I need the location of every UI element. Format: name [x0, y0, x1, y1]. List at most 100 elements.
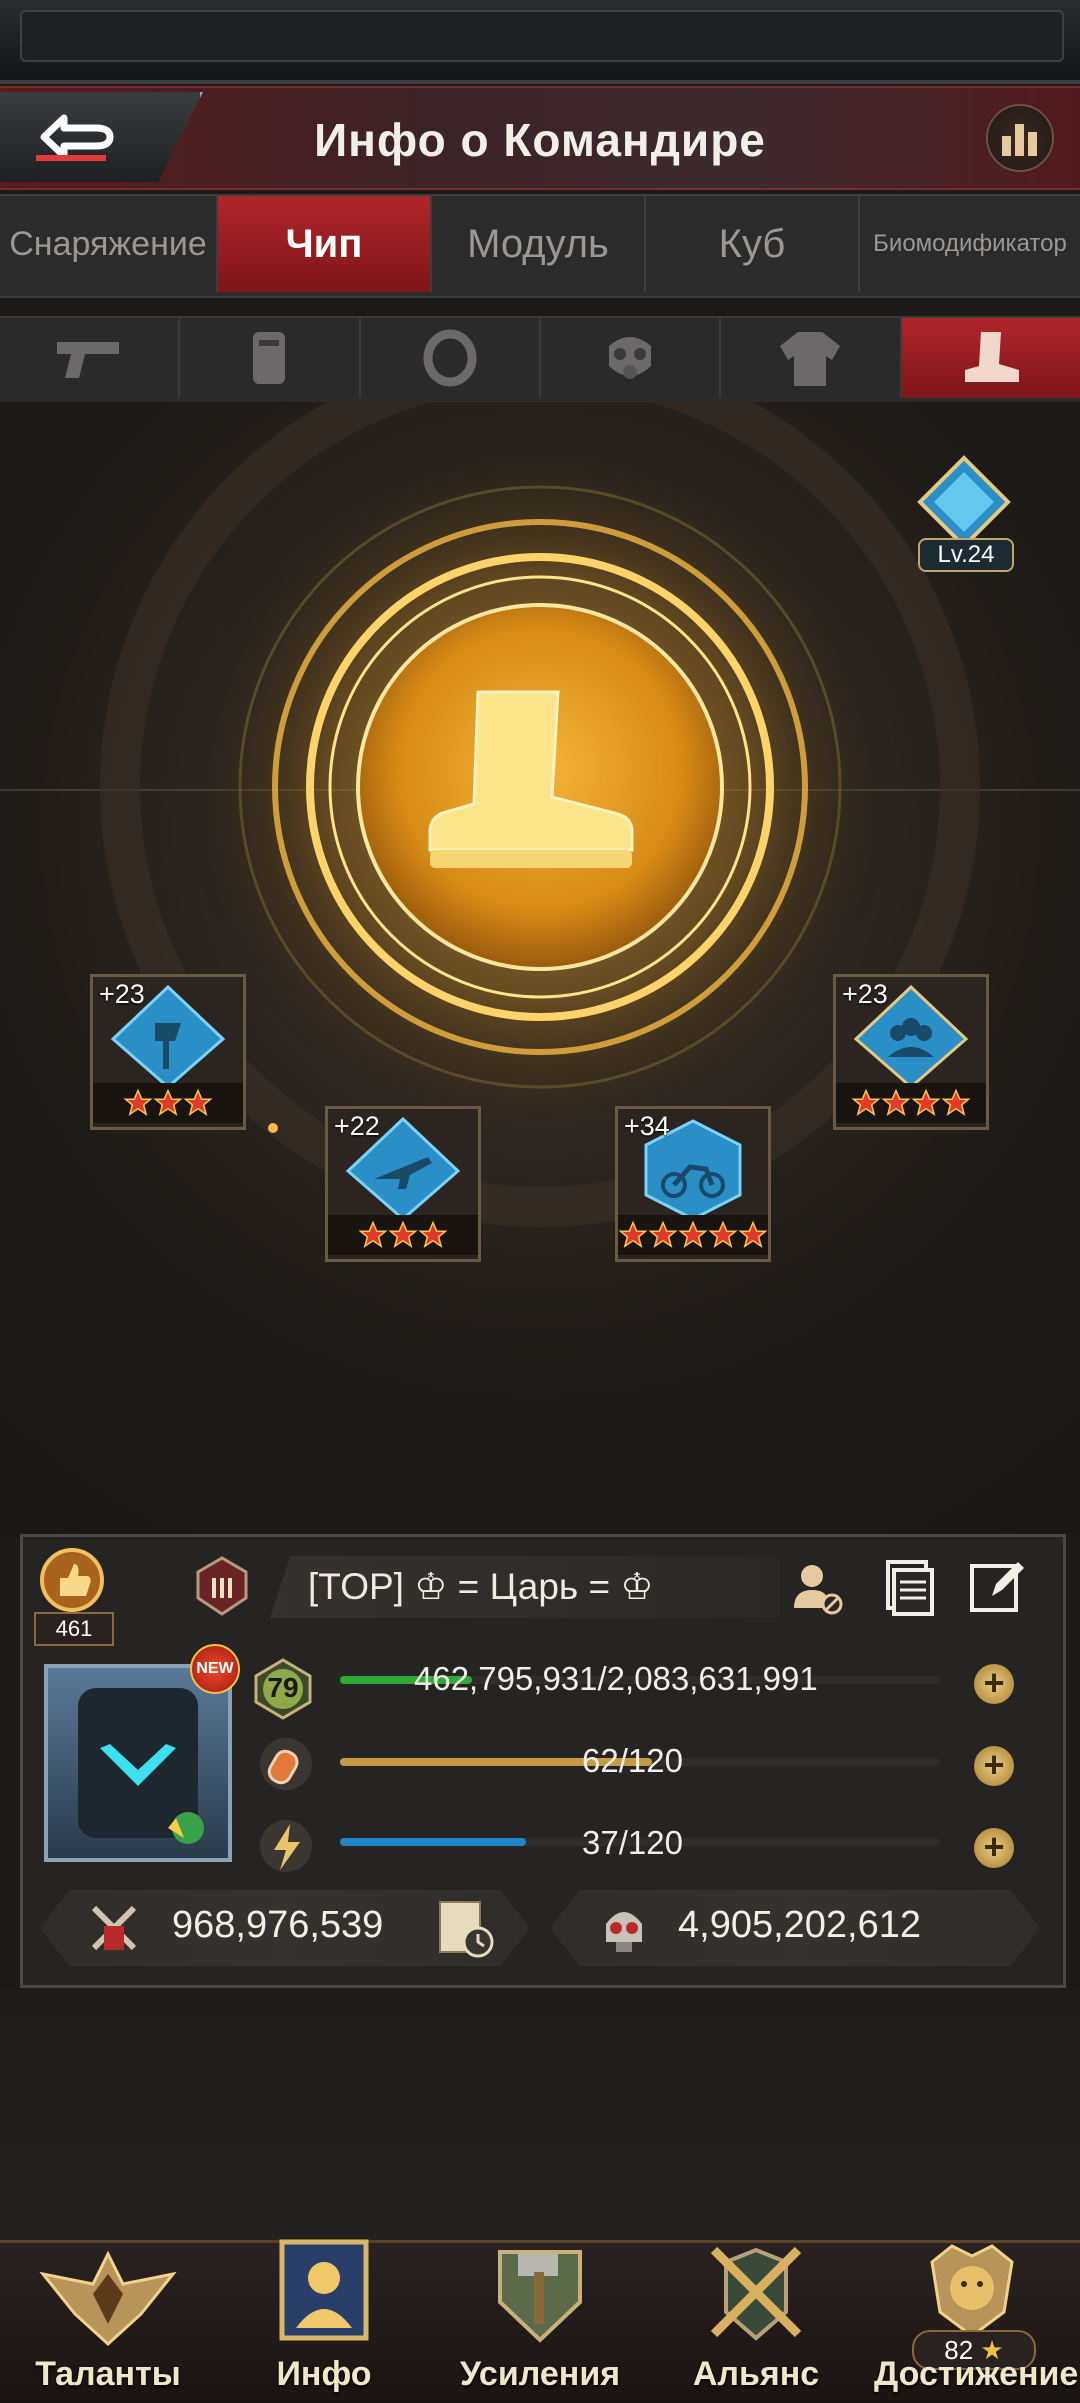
chip-level-badge[interactable]: Lv.24: [904, 452, 1024, 572]
top-strip: [0, 0, 1080, 84]
rank-badge[interactable]: 461: [32, 1546, 114, 1646]
user-settings-button[interactable]: [786, 1556, 846, 1616]
level-label: Lv.24: [918, 538, 1014, 572]
stamina-icon-wrap: [256, 1734, 316, 1794]
crossed-weapons-icon: [710, 2246, 802, 2341]
gas-mask-icon: [609, 337, 652, 379]
star-rating: [618, 1215, 768, 1255]
jacket-icon: [780, 332, 841, 386]
slot-boots[interactable]: [901, 318, 1080, 398]
star-icon: [153, 1088, 183, 1117]
power-icon-wrap: [84, 1898, 144, 1958]
exp-value: 462,795,931/2,083,631,991: [414, 1660, 818, 1697]
kills-value: 4,905,202,612: [678, 1904, 922, 1946]
chip-slot-4[interactable]: +23: [833, 974, 989, 1130]
chip-level: +23: [842, 979, 888, 1009]
avatar[interactable]: [44, 1664, 232, 1862]
power-details-button[interactable]: [432, 1896, 496, 1960]
star-rating: [328, 1215, 478, 1255]
nav-label: Таланты: [35, 2355, 181, 2393]
commander-level: 79: [267, 1672, 299, 1703]
tab-bar: Снаряжение Чип Модуль Куб Биомодификатор: [0, 194, 1080, 298]
slot-ring[interactable]: [361, 318, 541, 398]
tab-biomodifier[interactable]: Биомодификатор: [860, 196, 1080, 292]
tab-equipment[interactable]: Снаряжение: [0, 196, 218, 292]
skull-mask-icon: [606, 1912, 642, 1952]
star-icon: [358, 1220, 388, 1249]
level-emblem: 79: [250, 1656, 316, 1722]
bar-chart-icon: [1002, 124, 1037, 156]
nav-info[interactable]: Инфо: [226, 2239, 422, 2400]
star-icon: [738, 1220, 768, 1249]
commander-name: [TOP] ♔ = Царь = ♔: [308, 1566, 654, 1607]
records-button[interactable]: [878, 1556, 938, 1616]
user-block-icon: [794, 1565, 843, 1615]
pistol-icon: [57, 342, 120, 378]
nav-boosts[interactable]: Усиления: [442, 2240, 638, 2400]
nav-talents[interactable]: Таланты: [10, 2240, 206, 2400]
power-value: 968,976,539: [172, 1904, 384, 1946]
star-icon: [881, 1088, 911, 1117]
chip-display-area: Lv.24: [0, 402, 1080, 1532]
add-energy-button[interactable]: +: [974, 1828, 1014, 1868]
nav-label: Достижение: [874, 2355, 1079, 2393]
star-rating: [836, 1083, 986, 1123]
ring-icon: [423, 329, 477, 387]
badge-count: 461: [34, 1612, 114, 1646]
star-icon: [418, 1220, 448, 1249]
energy-bar-fill: [340, 1838, 526, 1846]
tab-module[interactable]: Модуль: [432, 196, 646, 292]
nav-label: Инфо: [276, 2355, 372, 2393]
winged-emblem-icon: [39, 2250, 177, 2347]
cyborg-portrait-icon: [78, 1688, 204, 1844]
chip-level: +22: [334, 1111, 380, 1141]
chip-slot-2[interactable]: +22: [325, 1106, 481, 1262]
slot-mask[interactable]: [541, 318, 722, 398]
star-icon: [851, 1088, 881, 1117]
rank-shield-icon: [196, 1556, 248, 1616]
hammer-shield-icon: [498, 2250, 582, 2343]
thumbs-up-medal-icon: [40, 1548, 104, 1612]
edit-pencil-icon: [970, 1562, 1024, 1612]
crossed-swords-icon: [91, 1905, 137, 1951]
edit-button[interactable]: [966, 1556, 1028, 1616]
chip-level: +34: [624, 1111, 670, 1141]
stats-button[interactable]: [986, 104, 1054, 172]
slot-armor[interactable]: [180, 318, 361, 398]
star-rating: [93, 1083, 243, 1123]
star-icon: [618, 1220, 648, 1249]
boot-icon: [964, 332, 1019, 382]
add-exp-button[interactable]: +: [974, 1664, 1014, 1704]
tab-chip[interactable]: Чип: [218, 196, 432, 292]
add-stamina-button[interactable]: +: [974, 1746, 1014, 1786]
stamina-value: 62/120: [582, 1742, 683, 1779]
star-icon: [911, 1088, 941, 1117]
diamond-crystal-icon: [917, 455, 1011, 549]
slot-weapon[interactable]: [0, 318, 181, 398]
slot-jacket[interactable]: [721, 318, 902, 398]
star-icon: [388, 1220, 418, 1249]
energy-icon-wrap: [256, 1816, 316, 1876]
document-list-icon: [886, 1560, 934, 1616]
nav-label: Усиления: [459, 2355, 621, 2393]
star-icon: [708, 1220, 738, 1249]
lion-crest-icon: [930, 2244, 1014, 2338]
tab-cube[interactable]: Куб: [646, 196, 860, 292]
new-badge: NEW: [190, 1644, 240, 1694]
equipment-slot-bar: [0, 316, 1080, 404]
armor-plate-icon: [253, 332, 286, 384]
chip-slot-1[interactable]: +23: [90, 974, 246, 1130]
lightning-icon: [260, 1820, 312, 1872]
star-icon: [123, 1088, 153, 1117]
commander-portrait-icon: [279, 2239, 369, 2341]
rank-emblem: [190, 1552, 254, 1620]
nav-alliance[interactable]: Альянс: [658, 2240, 854, 2400]
star-icon: [183, 1088, 213, 1117]
page-title: Инфо о Командире: [314, 114, 766, 166]
star-icon: [678, 1220, 708, 1249]
nav-achievement[interactable]: 82 ★ Достижение: [874, 2240, 1079, 2400]
kills-icon-wrap: [594, 1898, 654, 1958]
energy-value: 37/120: [582, 1824, 683, 1861]
chip-slot-3[interactable]: +34: [615, 1106, 771, 1262]
stamina-capsule-icon: [260, 1738, 312, 1790]
